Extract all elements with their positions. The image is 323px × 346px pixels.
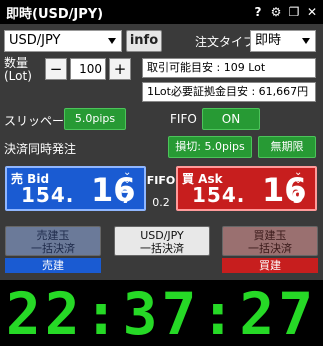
ask-price-main: 154.	[192, 183, 246, 207]
info-button[interactable]: info	[126, 30, 162, 52]
symbol-value: USD/JPY	[9, 33, 61, 48]
symbol-select[interactable]: USD/JPY	[4, 30, 122, 52]
settle-all-pair-button[interactable]: USD/JPY 一括決済	[114, 226, 210, 256]
help-icon[interactable]: ?	[250, 4, 266, 20]
expiry-button[interactable]: 無期限	[258, 136, 316, 158]
settle-order-label: 決済同時発注	[4, 142, 77, 156]
available-lots-box: 取引可能目安 : 109 Lot	[142, 58, 316, 78]
settle-all-buy-button[interactable]: 買建玉 一括決済	[222, 226, 318, 256]
gear-icon[interactable]: ⚙	[268, 4, 284, 20]
settle-sell-line1: 売建玉	[36, 229, 70, 242]
clock-time: 22:37:27	[5, 280, 318, 346]
qty-label: 数量 (Lot)	[4, 57, 32, 83]
qty-decrement-button[interactable]: −	[45, 58, 67, 80]
sell-bid-button[interactable]: 売 Bid 154. 16 ⌄ ⌄ 7	[5, 166, 146, 211]
buy-position-bar: 買建	[222, 258, 318, 273]
spread-value: 0.2	[152, 196, 170, 209]
qty-increment-button[interactable]: +	[109, 58, 131, 80]
settle-pair-line2: 一括決済	[140, 242, 184, 255]
title-bar: 即時(USD/JPY) ? ⚙ ❐ ✕	[0, 0, 323, 24]
order-type-label: 注文タイプ	[195, 35, 256, 49]
chevron-down-icon	[302, 38, 310, 44]
stoploss-button[interactable]: 損切: 5.0pips	[168, 136, 252, 158]
ask-price-fraction: 9	[292, 188, 304, 208]
clock-display: 22:37:27	[0, 280, 323, 346]
order-type-value: 即時	[255, 33, 282, 48]
buy-ask-button[interactable]: 買 Ask 154. 16 ⌄ ⌄ 9	[176, 166, 317, 211]
settle-buy-line2: 一括決済	[248, 242, 292, 255]
qty-label-line2: (Lot)	[4, 69, 32, 83]
chevron-down-icon	[108, 38, 116, 44]
margin-per-lot-box: 1Lot必要証拠金目安 : 61,667円	[142, 82, 316, 102]
bid-price-main: 154.	[21, 183, 75, 207]
bid-trend-icon: ⌄ ⌄	[123, 167, 132, 186]
slippage-button[interactable]: 5.0pips	[64, 108, 126, 130]
bid-price-fraction: 7	[121, 188, 133, 208]
settle-pair-line1: USD/JPY	[140, 229, 184, 242]
window-title: 即時(USD/JPY)	[6, 7, 104, 22]
fifo-indicator: FIFO	[146, 174, 176, 187]
ask-trend-icon: ⌄ ⌄	[294, 167, 303, 186]
settle-buy-line1: 買建玉	[253, 229, 287, 242]
sell-position-bar: 売建	[5, 258, 101, 273]
settle-all-sell-button[interactable]: 売建玉 一括決済	[5, 226, 101, 256]
order-type-select[interactable]: 即時	[250, 30, 316, 52]
restore-icon[interactable]: ❐	[286, 4, 302, 20]
qty-input[interactable]: 100	[70, 58, 106, 80]
fifo-label: FIFO	[170, 112, 197, 126]
fifo-toggle[interactable]: ON	[202, 108, 260, 130]
close-icon[interactable]: ✕	[304, 4, 320, 20]
settle-sell-line2: 一括決済	[31, 242, 75, 255]
